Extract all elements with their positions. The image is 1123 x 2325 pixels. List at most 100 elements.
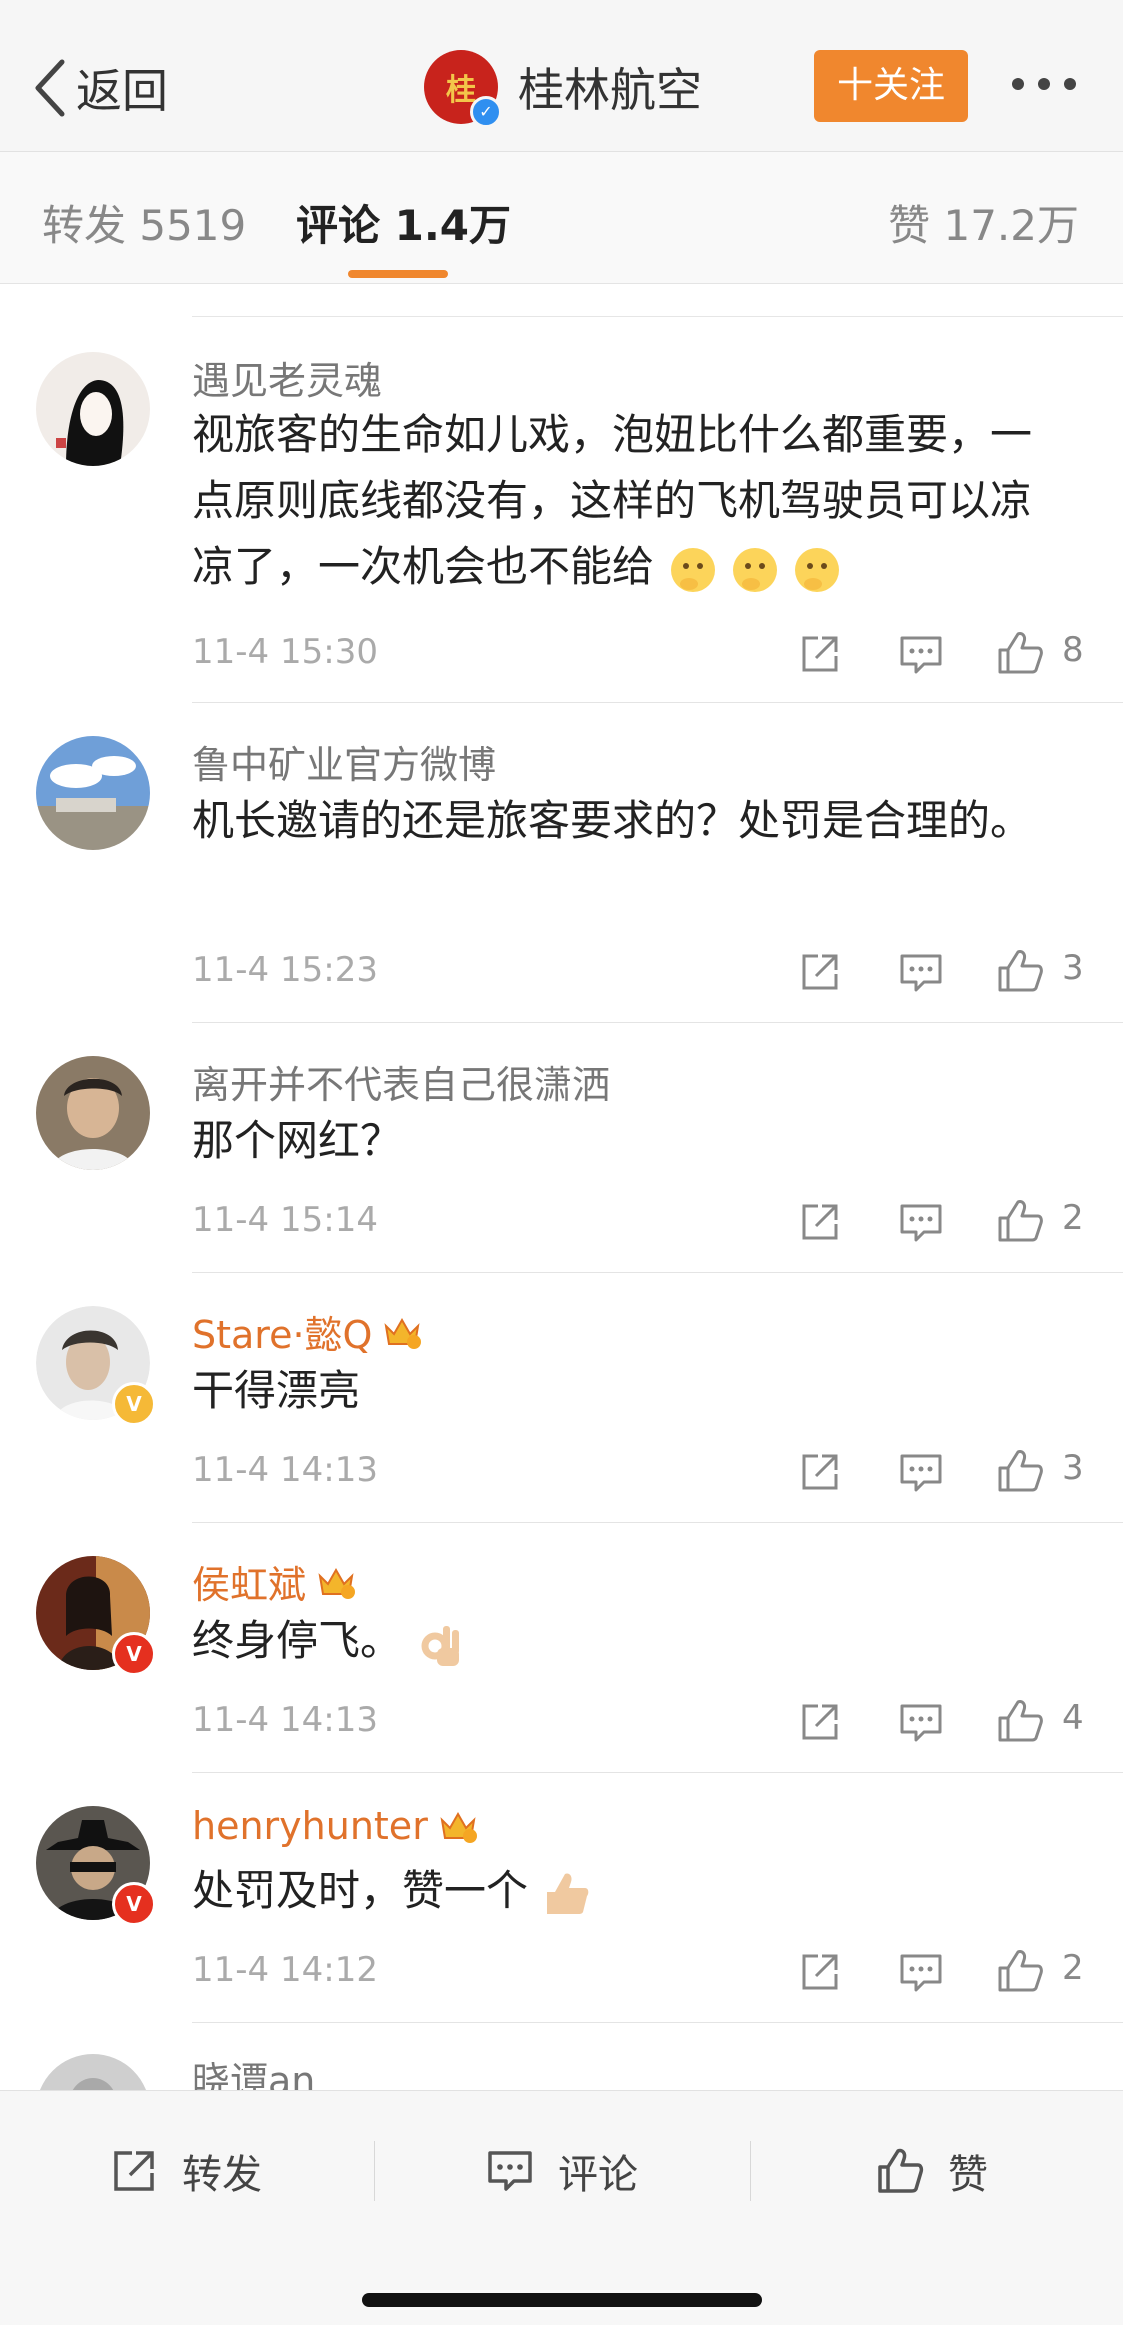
comment-label: 评论 xyxy=(558,2152,638,2198)
comment-actions: 2 xyxy=(790,1196,1090,1246)
comment-icon[interactable] xyxy=(898,952,944,994)
comment-username[interactable]: Stare·懿Q xyxy=(192,1304,422,1359)
thinking-emoji-icon xyxy=(733,547,778,592)
follow-button[interactable]: 十关注 xyxy=(814,50,968,122)
comment-icon xyxy=(488,2151,532,2191)
verified-badge-icon: V xyxy=(112,1882,156,1926)
comment-username[interactable]: 鲁中矿业官方微博 xyxy=(192,734,496,789)
comment-time: 11-4 15:23 xyxy=(192,950,378,990)
comment-username[interactable]: 离开并不代表自己很潇洒 xyxy=(192,1054,610,1109)
more-dot xyxy=(1038,78,1050,90)
divider xyxy=(192,316,1123,317)
avatar[interactable] xyxy=(36,736,150,850)
share-icon[interactable] xyxy=(798,1700,842,1744)
divider xyxy=(192,2022,1123,2023)
more-dot xyxy=(1012,78,1024,90)
comment-actions: 3 xyxy=(790,1446,1090,1496)
comment-username[interactable]: henryhunter xyxy=(192,1804,478,1848)
comment-actions: 4 xyxy=(790,1696,1090,1746)
thumbs-up-icon xyxy=(878,2148,924,2193)
comment-text: 处罚及时，赞一个 xyxy=(192,1858,1072,1924)
comment-text-body: 视旅客的生命如儿戏，泡妞比什么都重要，一点原则底线都没有，这样的飞机驾驶员可以凉… xyxy=(192,410,1033,591)
comment-username-text: henryhunter xyxy=(192,1804,428,1848)
comment-text: 终身停飞。 xyxy=(192,1608,1072,1674)
divider xyxy=(192,1772,1123,1773)
thumbs-up-icon[interactable] xyxy=(996,630,1044,676)
comment-actions: 3 xyxy=(790,946,1090,996)
comment-text: 机长邀请的还是旅客要求的？处罚是合理的。 xyxy=(192,796,1033,845)
like-count: 2 xyxy=(1062,1948,1084,1988)
thinking-emoji-icon xyxy=(795,547,840,592)
repost-label: 转发 xyxy=(182,2152,262,2198)
comment-text: 干得漂亮 xyxy=(192,1366,361,1415)
bottom-action-bar: 转发 评论 赞 xyxy=(0,2090,1123,2325)
comment-time: 11-4 14:13 xyxy=(192,1450,378,1490)
share-icon[interactable] xyxy=(798,950,842,994)
avatar[interactable] xyxy=(36,352,150,466)
thumbs-up-icon[interactable] xyxy=(996,1198,1044,1244)
vip-crown-icon xyxy=(384,1317,422,1349)
thumbs-up-icon[interactable] xyxy=(996,948,1044,994)
comment-time: 11-4 14:13 xyxy=(192,1700,378,1740)
thumbs-up-icon[interactable] xyxy=(996,1448,1044,1494)
share-icon[interactable] xyxy=(798,1450,842,1494)
top-nav-bar: 返回 桂 ✓ 桂林航空 十关注 xyxy=(0,0,1123,152)
thumbs-up-icon[interactable] xyxy=(996,1698,1044,1744)
comment-username[interactable]: 侯虹斌 xyxy=(192,1554,356,1609)
comment-icon[interactable] xyxy=(898,1202,944,1244)
like-button[interactable]: 赞 xyxy=(876,2131,988,2211)
vip-crown-icon xyxy=(440,1811,477,1843)
tab-repost[interactable]: 转发 5519 xyxy=(42,192,246,253)
like-label: 赞 xyxy=(948,2152,988,2198)
ok-hand-emoji-icon xyxy=(421,1625,460,1666)
avatar[interactable]: V xyxy=(36,1806,156,1926)
account-logo: 桂 ✓ xyxy=(424,50,502,128)
divider xyxy=(374,2141,375,2201)
comment-actions: 2 xyxy=(790,1946,1090,1996)
avatar[interactable]: V xyxy=(36,1306,156,1426)
avatar[interactable] xyxy=(36,1056,150,1170)
tab-likes[interactable]: 赞 17.2万 xyxy=(888,192,1079,253)
more-dot xyxy=(1064,78,1076,90)
thumbs-up-icon[interactable] xyxy=(996,1948,1044,1994)
comment-text: 那个网红？ xyxy=(192,1116,403,1165)
account-header[interactable]: 桂 ✓ 桂林航空 xyxy=(424,50,702,128)
active-tab-indicator xyxy=(348,270,448,278)
like-count: 3 xyxy=(1062,1448,1084,1488)
comment-icon[interactable] xyxy=(898,634,944,676)
verified-badge-icon: ✓ xyxy=(470,96,502,128)
comment-username-text: 侯虹斌 xyxy=(192,1563,307,1607)
comment-actions: 8 xyxy=(790,628,1090,678)
comment-username[interactable]: 晓谭an xyxy=(192,2050,315,2090)
comment-text-body: 终身停飞。 xyxy=(192,1616,403,1665)
comment-time: 11-4 15:30 xyxy=(192,632,378,672)
avatar[interactable] xyxy=(36,2054,150,2090)
back-button[interactable]: 返回 xyxy=(32,54,168,122)
comment-icon[interactable] xyxy=(898,1702,944,1744)
account-name: 桂林航空 xyxy=(518,63,702,117)
comment-text: 视旅客的生命如儿戏，泡妞比什么都重要，一点原则底线都没有，这样的飞机驾驶员可以凉… xyxy=(192,402,1072,600)
comment-list[interactable]: 遇见老灵魂 视旅客的生命如儿戏，泡妞比什么都重要，一点原则底线都没有，这样的飞机… xyxy=(0,284,1123,2090)
divider xyxy=(192,1022,1123,1023)
comment-username[interactable]: 遇见老灵魂 xyxy=(192,350,382,405)
divider xyxy=(750,2141,751,2201)
divider xyxy=(192,1522,1123,1523)
share-icon[interactable] xyxy=(798,1200,842,1244)
like-count: 2 xyxy=(1062,1198,1084,1238)
comment-button[interactable]: 评论 xyxy=(486,2131,638,2211)
more-options-icon[interactable] xyxy=(1012,78,1076,90)
repost-button[interactable]: 转发 xyxy=(110,2131,262,2211)
share-icon[interactable] xyxy=(798,1950,842,1994)
avatar[interactable]: V xyxy=(36,1556,156,1676)
like-count: 4 xyxy=(1062,1698,1084,1738)
vip-crown-icon xyxy=(318,1567,356,1599)
comment-icon[interactable] xyxy=(898,1952,944,1994)
tab-bar: 转发 5519 评论 1.4万 赞 17.2万 xyxy=(0,152,1123,284)
comment-time: 11-4 15:14 xyxy=(192,1200,378,1240)
share-icon[interactable] xyxy=(798,632,842,676)
verified-badge-icon: V xyxy=(112,1382,156,1426)
comment-username-text: Stare·懿Q xyxy=(192,1313,373,1357)
verified-badge-icon: V xyxy=(112,1632,156,1676)
comment-time: 11-4 14:12 xyxy=(192,1950,378,1990)
comment-icon[interactable] xyxy=(898,1452,944,1494)
